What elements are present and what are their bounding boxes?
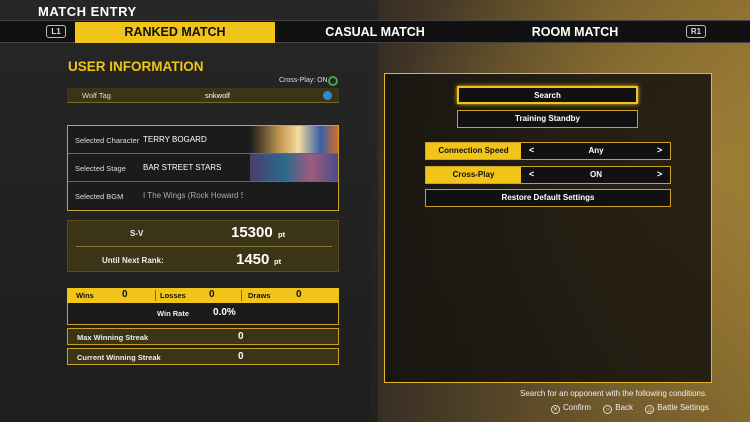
battle-settings-hint[interactable]: △ Battle Settings <box>645 403 709 414</box>
current-streak-value: 0 <box>238 351 244 362</box>
confirm-hint[interactable]: ✕ Confirm <box>551 403 591 414</box>
connection-speed-value: Any <box>588 146 604 155</box>
rank-points-box: S-V 15300 pt Until Next Rank: 1450 pt <box>67 220 339 272</box>
crossplay-icon <box>328 76 338 86</box>
tab-room-match[interactable]: ROOM MATCH <box>475 22 675 43</box>
selected-character-value: TERRY BOGARD <box>143 135 207 144</box>
selected-character-label: Selected Character <box>75 136 140 145</box>
search-button[interactable]: Search <box>457 86 638 104</box>
current-streak-row: Current Winning Streak 0 <box>67 348 339 365</box>
back-hint[interactable]: ○ Back <box>603 403 633 414</box>
max-streak-value: 0 <box>238 331 244 342</box>
selected-character-row: Selected Character TERRY BOGARD <box>68 126 338 154</box>
restore-defaults-button[interactable]: Restore Default Settings <box>425 189 671 207</box>
training-standby-button[interactable]: Training Standby <box>457 110 638 128</box>
wolf-tag-row: Wolf Tag snkwolf <box>67 88 339 103</box>
win-rate-label: Win Rate <box>157 309 190 318</box>
sv-label: S-V <box>130 229 144 238</box>
stage-thumbnail <box>250 154 338 181</box>
selected-stage-label: Selected Stage <box>75 164 126 173</box>
wins-value: 0 <box>122 289 128 300</box>
wolf-tag-label: Wolf Tag <box>82 91 111 100</box>
selected-stage-value: BAR STREET STARS <box>143 163 222 172</box>
max-streak-label: Max Winning Streak <box>77 333 149 342</box>
back-label: Back <box>615 403 634 412</box>
separator <box>241 290 242 301</box>
selected-bgm-label: Selected BGM <box>75 192 124 201</box>
next-rank-label: Until Next Rank: <box>102 256 164 265</box>
win-rate-row: Win Rate 0.0% <box>67 303 339 325</box>
draws-label: Draws <box>248 291 271 300</box>
triangle-button-icon: △ <box>645 405 655 414</box>
wolf-tag-value: snkwolf <box>205 91 231 100</box>
user-information-title: USER INFORMATION <box>68 59 204 74</box>
l1-button-icon[interactable]: L1 <box>46 25 66 38</box>
footer-note: Search for an opponent with the followin… <box>520 389 708 398</box>
losses-label: Losses <box>160 291 186 300</box>
max-streak-row: Max Winning Streak 0 <box>67 328 339 345</box>
crossplay-label: Cross-Play <box>426 167 521 183</box>
right-arrow-icon[interactable]: > <box>657 145 662 155</box>
connection-speed-label: Connection Speed <box>426 143 521 159</box>
circle-button-icon: ○ <box>603 405 613 414</box>
losses-value: 0 <box>209 289 215 300</box>
button-hints: ✕ Confirm ○ Back △ Battle Settings <box>551 403 709 414</box>
selected-bgm-row: Selected BGM I The Wings (Rock Howard S <box>68 182 338 210</box>
battle-settings-label: Battle Settings <box>657 403 709 412</box>
divider <box>76 246 332 247</box>
selection-box: Selected Character TERRY BOGARD Selected… <box>67 125 339 211</box>
r1-button-icon[interactable]: R1 <box>686 25 706 38</box>
next-rank-value: 1450 <box>236 251 270 268</box>
wins-label: Wins <box>76 291 94 300</box>
cross-button-icon: ✕ <box>551 405 560 414</box>
win-rate-value: 0.0% <box>213 307 236 318</box>
crossplay-status: Cross-Play: ON <box>279 77 328 84</box>
crossplay-option[interactable]: Cross-Play < ON > <box>425 166 671 184</box>
next-rank-unit: pt <box>274 257 282 266</box>
tab-bar: L1 RANKED MATCH CASUAL MATCH ROOM MATCH … <box>0 20 750 43</box>
profile-icon <box>323 91 332 100</box>
screen-title: MATCH ENTRY <box>38 4 137 19</box>
record-row: Wins 0 Losses 0 Draws 0 <box>67 288 339 303</box>
connection-speed-option[interactable]: Connection Speed < Any > <box>425 142 671 160</box>
separator <box>155 290 156 301</box>
draws-value: 0 <box>296 289 302 300</box>
selected-bgm-value: I The Wings (Rock Howard S <box>143 191 243 200</box>
crossplay-value: ON <box>590 170 602 179</box>
tab-ranked-match[interactable]: RANKED MATCH <box>75 22 275 43</box>
sv-unit: pt <box>278 230 286 239</box>
current-streak-label: Current Winning Streak <box>77 353 161 362</box>
right-arrow-icon[interactable]: > <box>657 169 662 179</box>
selected-stage-row: Selected Stage BAR STREET STARS <box>68 154 338 182</box>
tab-casual-match[interactable]: CASUAL MATCH <box>275 22 475 43</box>
character-portrait <box>250 126 338 153</box>
sv-value: 15300 <box>231 224 273 241</box>
confirm-label: Confirm <box>563 403 592 412</box>
